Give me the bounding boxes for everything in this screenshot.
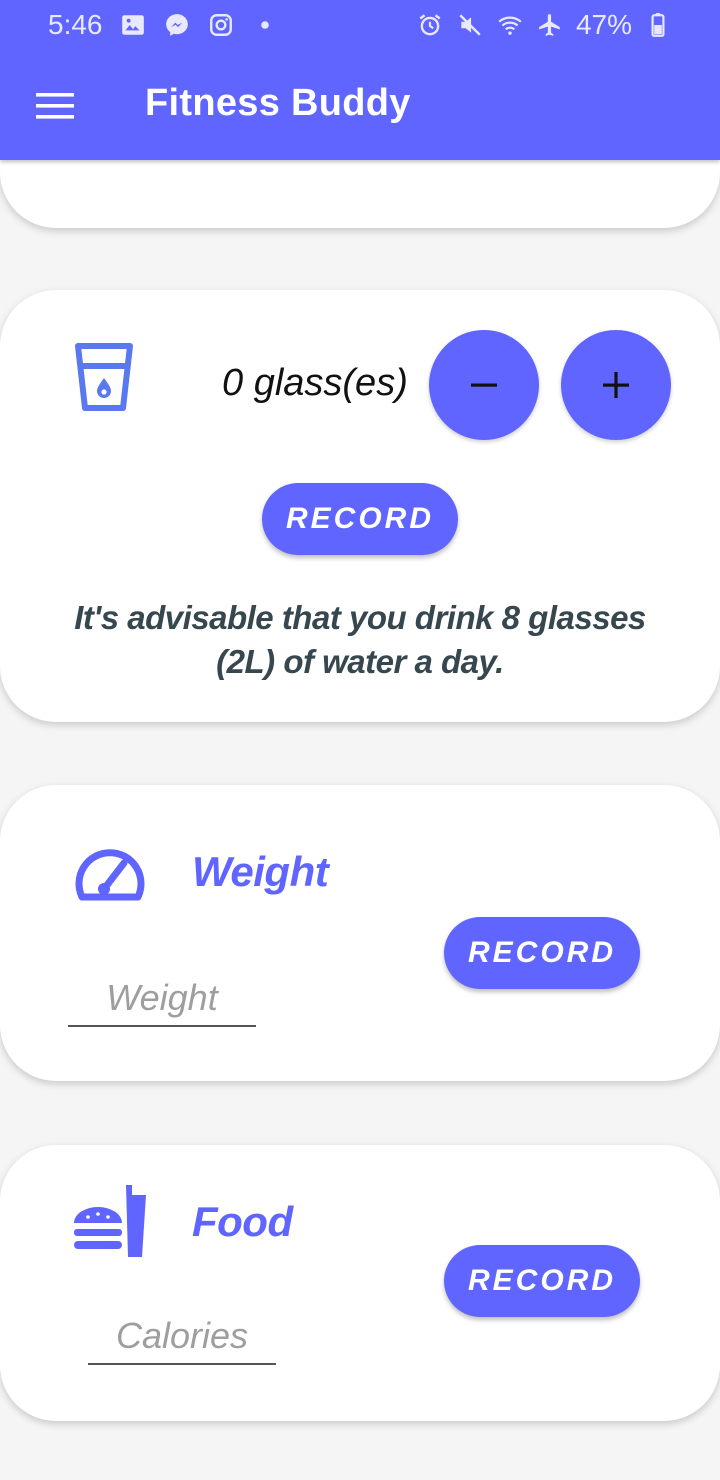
battery-percentage: 47% xyxy=(575,9,632,40)
food-title: Food xyxy=(192,1198,293,1245)
instagram-icon xyxy=(207,11,235,39)
food-card: Food RECORD xyxy=(0,1145,720,1421)
calories-input[interactable] xyxy=(88,1309,276,1365)
alarm-icon xyxy=(416,11,444,39)
record-weight-button[interactable]: RECORD xyxy=(444,917,640,989)
airplane-icon xyxy=(536,11,564,39)
status-time: 5:46 xyxy=(48,9,103,40)
dot-icon xyxy=(251,11,279,39)
weight-card: Weight RECORD xyxy=(0,785,720,1081)
record-food-button[interactable]: RECORD xyxy=(444,1245,640,1317)
hamburger-menu-icon[interactable] xyxy=(30,82,82,130)
battery-icon xyxy=(644,11,672,39)
wifi-icon xyxy=(496,11,524,39)
decrease-glass-button[interactable] xyxy=(429,330,539,440)
record-water-button[interactable]: RECORD xyxy=(262,483,458,555)
weight-input[interactable] xyxy=(68,971,256,1027)
weight-title: Weight xyxy=(192,848,329,895)
plus-icon xyxy=(603,372,629,398)
app-bar: 5:46 47% Fitness Buddy xyxy=(0,0,720,160)
app-title: Fitness Buddy xyxy=(145,82,411,124)
water-card: 0 glass(es) RECORD It's advisable that y… xyxy=(0,290,720,722)
increase-glass-button[interactable] xyxy=(561,330,671,440)
glass-count: 0 glass(es) xyxy=(222,362,408,404)
speedometer-icon xyxy=(74,845,146,905)
gallery-icon xyxy=(119,11,147,39)
status-bar: 5:46 47% xyxy=(0,0,720,50)
mute-icon xyxy=(456,11,484,39)
fastfood-icon xyxy=(72,1185,150,1261)
water-advice-text: It's advisable that you drink 8 glasses … xyxy=(74,599,646,680)
messenger-icon xyxy=(163,11,191,39)
minus-icon xyxy=(471,383,497,387)
water-glass-icon xyxy=(74,342,134,412)
